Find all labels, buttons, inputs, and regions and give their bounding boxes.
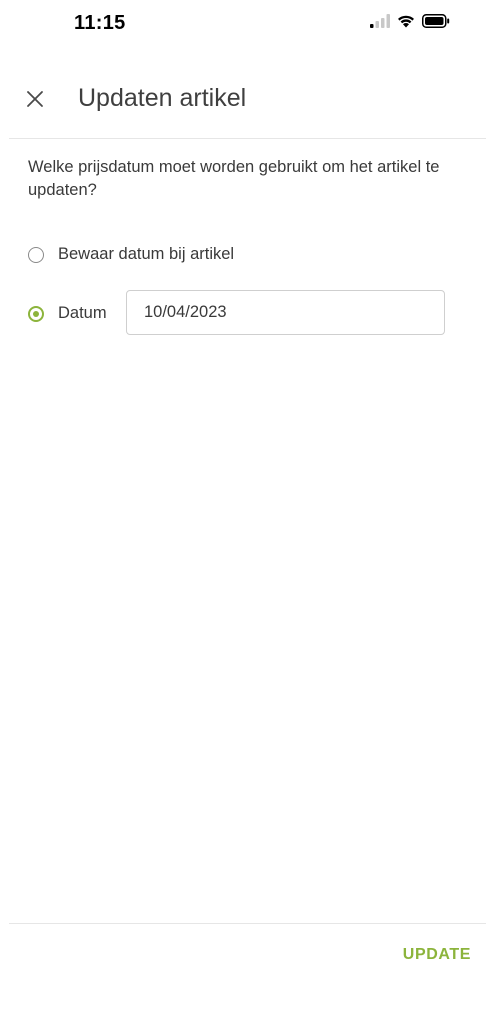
status-icons	[370, 13, 450, 33]
option-date-label: Datum	[58, 304, 107, 322]
battery-icon	[422, 13, 450, 33]
date-input[interactable]	[126, 290, 445, 335]
header-divider	[9, 138, 486, 139]
option-keep-date-label: Bewaar datum bij artikel	[58, 245, 235, 263]
option-keep-date[interactable]: Bewaar datum bij artikel	[28, 245, 234, 264]
radio-keep-date[interactable]	[28, 246, 44, 263]
radio-date[interactable]	[28, 305, 44, 322]
cellular-signal-icon	[370, 13, 390, 33]
option-date[interactable]: Datum	[28, 304, 107, 323]
close-icon	[27, 91, 43, 107]
update-button[interactable]: UPDATE	[403, 946, 471, 964]
app-header: Updaten artikel	[0, 80, 486, 138]
close-button[interactable]	[24, 88, 48, 112]
page-title: Updaten artikel	[78, 84, 247, 112]
wifi-icon	[397, 14, 415, 33]
question-text: Welke prijsdatum moet worden gebruikt om…	[28, 158, 440, 199]
status-bar: 11:15	[0, 0, 486, 50]
footer-divider	[9, 923, 486, 924]
status-time: 11:15	[74, 12, 126, 34]
